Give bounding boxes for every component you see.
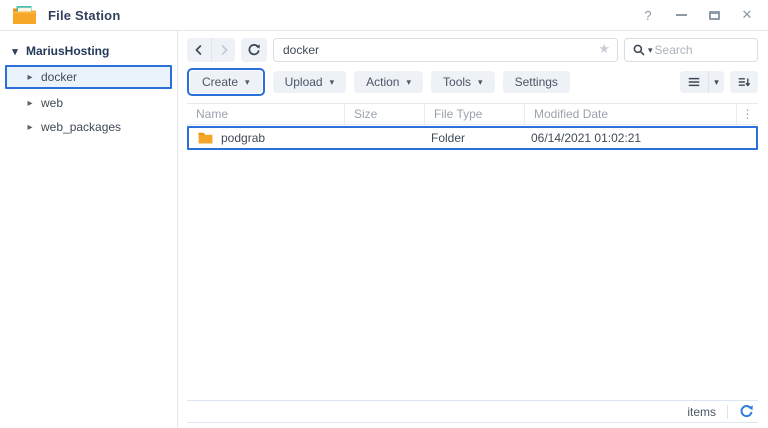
column-header-size[interactable]: Size <box>344 104 424 124</box>
file-name: podgrab <box>221 131 266 145</box>
maximize-icon[interactable] <box>707 8 721 22</box>
file-modified-cell: 06/14/2021 01:02:21 <box>531 131 642 145</box>
column-header-modified-date[interactable]: Modified Date <box>524 104 736 124</box>
search-icon[interactable] <box>632 43 646 57</box>
chevron-right-icon[interactable]: ▸ <box>26 122 34 133</box>
sidebar-item-label: docker <box>41 70 78 84</box>
sidebar-root-label: MariusHosting <box>26 44 110 58</box>
sidebar-item-web[interactable]: ▸ web <box>0 92 177 114</box>
sidebar-item-label: web <box>41 96 64 110</box>
table-header: Name Size File Type Modified Date ⋮ <box>187 103 758 125</box>
search-input[interactable] <box>654 43 751 57</box>
action-toolbar: Create ▾ Upload ▾ Action ▾ Tools ▾ Setti… <box>187 68 758 96</box>
navigation-toolbar: ★ ▾ <box>187 38 758 62</box>
view-mode-caret-icon[interactable]: ▾ <box>708 71 724 93</box>
path-input[interactable] <box>273 38 618 62</box>
chevron-down-icon[interactable]: ▾ <box>11 45 19 58</box>
file-name-cell: podgrab <box>189 131 342 145</box>
tools-button[interactable]: Tools ▾ <box>431 71 495 93</box>
chevron-down-icon: ▾ <box>478 76 483 87</box>
column-options-icon[interactable]: ⋮ <box>736 104 758 124</box>
table-row[interactable]: podgrab Folder 06/14/2021 01:02:21 <box>187 126 758 150</box>
chevron-down-icon: ▾ <box>406 76 412 87</box>
list-view-icon[interactable] <box>680 71 708 93</box>
favorite-star-icon[interactable]: ★ <box>598 41 610 57</box>
file-station-window: File Station ? ✕ ▾ MariusHosting ▸ docke… <box>0 0 768 428</box>
chevron-down-icon: ▾ <box>245 76 250 87</box>
items-count-label: items <box>687 404 716 419</box>
close-icon[interactable]: ✕ <box>740 7 754 22</box>
upload-button[interactable]: Upload ▾ <box>272 71 347 93</box>
view-controls: ▾ <box>680 71 758 93</box>
window-controls: ? ✕ <box>641 7 756 23</box>
sidebar-item-mariushosting[interactable]: ▾ MariusHosting <box>0 40 177 62</box>
status-separator <box>727 404 728 419</box>
sort-icon[interactable] <box>730 71 758 93</box>
refresh-button[interactable] <box>241 38 267 62</box>
chevron-right-icon[interactable]: ▸ <box>26 98 34 109</box>
settings-button[interactable]: Settings <box>502 71 570 93</box>
window-title: File Station <box>48 7 121 23</box>
back-button[interactable] <box>187 38 211 62</box>
sidebar-item-label: web_packages <box>41 120 122 134</box>
create-button[interactable]: Create ▾ <box>190 71 262 93</box>
view-mode-button: ▾ <box>680 71 724 93</box>
history-nav-group <box>187 38 235 62</box>
sidebar: ▾ MariusHosting ▸ docker ▸ web ▸ web_pac… <box>0 31 178 428</box>
chevron-right-icon[interactable]: ▸ <box>26 72 34 83</box>
main-panel: ★ ▾ Create ▾ <box>178 31 768 428</box>
folder-icon <box>198 132 213 144</box>
minimize-icon[interactable] <box>674 8 688 22</box>
search-box: ▾ <box>624 38 758 62</box>
help-icon[interactable]: ? <box>641 8 655 23</box>
path-field-wrap: ★ <box>273 38 618 62</box>
sidebar-item-web-packages[interactable]: ▸ web_packages <box>0 116 177 138</box>
action-button[interactable]: Action ▾ <box>354 71 424 93</box>
title-bar: File Station ? ✕ <box>0 0 768 31</box>
status-bar: items <box>187 400 758 423</box>
sidebar-item-docker[interactable]: ▸ docker <box>5 65 172 89</box>
search-options-caret-icon[interactable]: ▾ <box>648 45 653 56</box>
column-header-name[interactable]: Name <box>187 104 344 124</box>
file-list-empty-area <box>187 150 758 400</box>
create-button-highlight: Create ▾ <box>187 68 265 96</box>
chevron-down-icon: ▾ <box>329 76 335 87</box>
column-header-file-type[interactable]: File Type <box>424 104 524 124</box>
file-type-cell: Folder <box>431 131 466 145</box>
file-station-app-icon <box>12 5 37 25</box>
status-refresh-icon[interactable] <box>739 404 754 419</box>
forward-button[interactable] <box>211 38 235 62</box>
